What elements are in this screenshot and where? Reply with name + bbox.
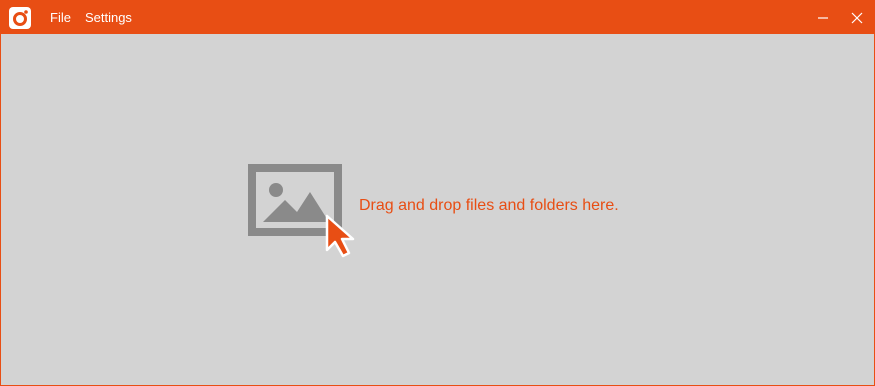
drop-graphic <box>248 164 355 258</box>
menu-file[interactable]: File <box>50 1 71 34</box>
app-logo-icon <box>9 7 31 29</box>
drop-instruction-text: Drag and drop files and folders here. <box>359 197 619 214</box>
app-window: File Settings Drag and drop files and fo… <box>0 0 875 386</box>
drop-zone[interactable]: Drag and drop files and folders here. <box>1 34 874 385</box>
window-controls <box>806 1 874 34</box>
minimize-icon <box>818 16 828 19</box>
image-icon <box>248 164 342 236</box>
close-icon <box>851 12 863 23</box>
close-button[interactable] <box>840 1 874 34</box>
minimize-button[interactable] <box>806 1 840 34</box>
title-bar: File Settings <box>1 1 874 34</box>
menu-settings[interactable]: Settings <box>85 1 132 34</box>
menu-bar: File Settings <box>50 1 146 34</box>
